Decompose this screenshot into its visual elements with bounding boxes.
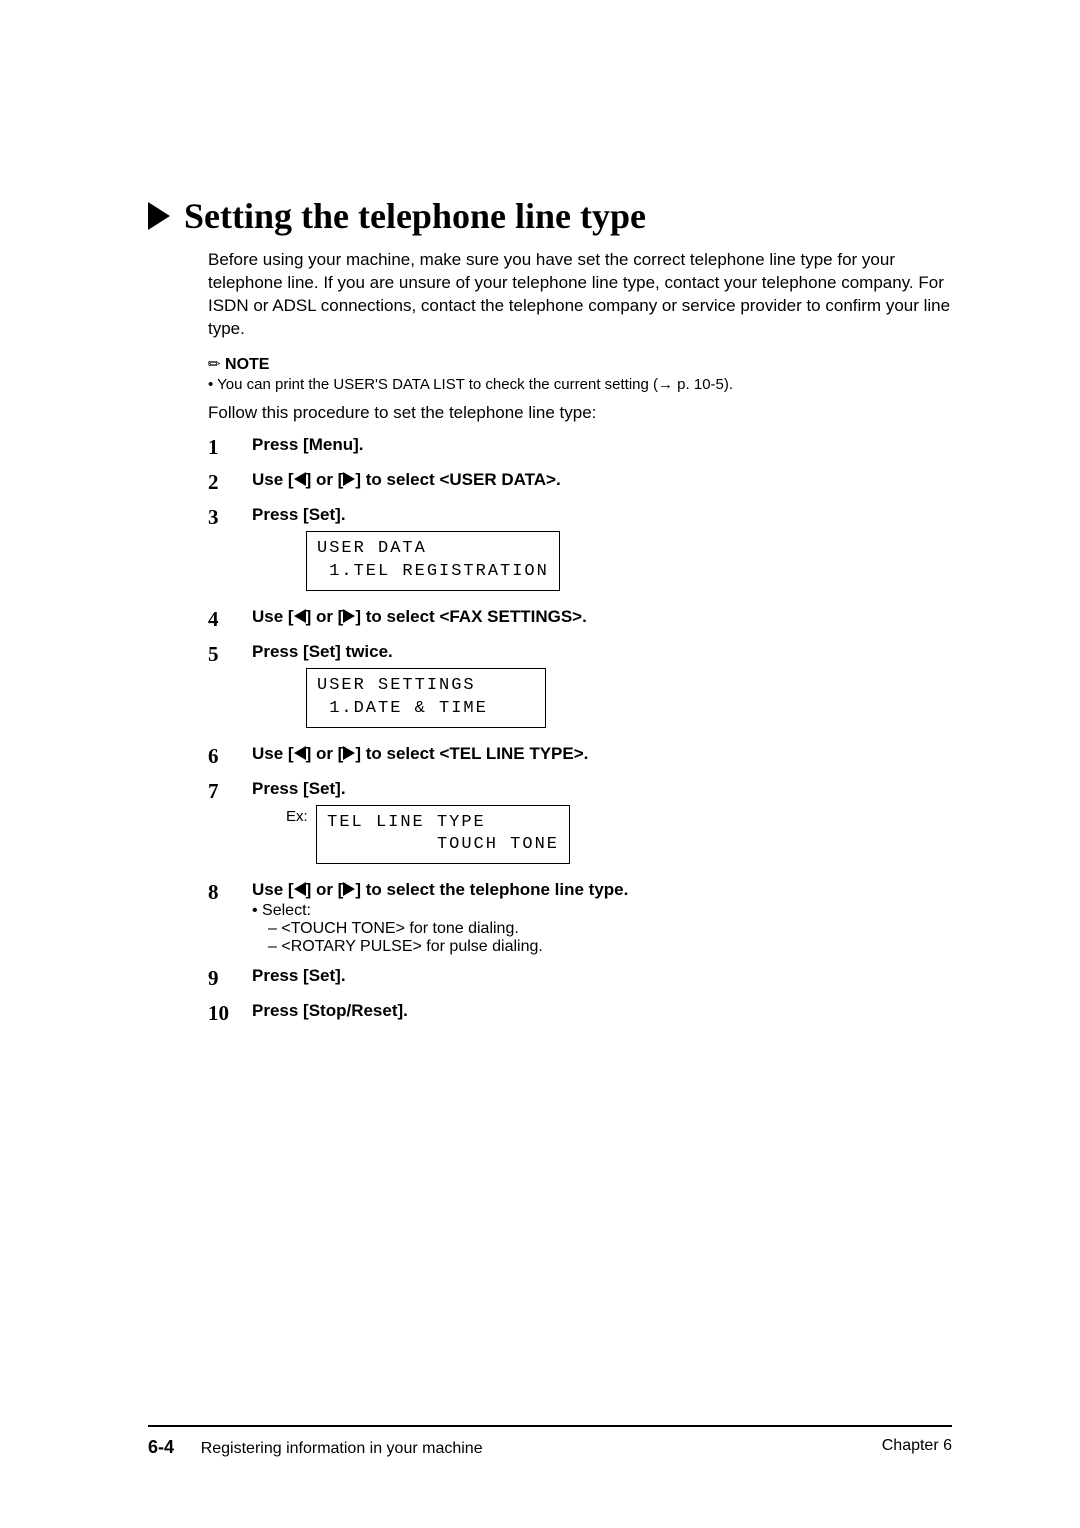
triangle-right-icon	[343, 746, 355, 760]
step-8-select: Select:	[252, 902, 628, 920]
triangle-left-icon	[294, 472, 306, 486]
note-label: NOTE	[225, 356, 269, 373]
page-footer: 6-4 Registering information in your mach…	[148, 1425, 952, 1458]
step-4-a: Use [	[252, 607, 294, 626]
step-7: Press [Set]. Ex: TEL LINE TYPE TOUCH TON…	[208, 779, 952, 871]
triangle-left-icon	[294, 609, 306, 623]
intro-paragraph: Before using your machine, make sure you…	[208, 249, 952, 341]
note-text: • You can print the USER'S DATA LIST to …	[208, 376, 952, 393]
step-6-c: ] to select <TEL LINE TYPE>.	[355, 744, 588, 763]
step-3-text: Press [Set].	[252, 505, 346, 524]
example-label: Ex:	[286, 808, 308, 825]
pencil-icon: ✎	[203, 353, 225, 375]
triangle-right-icon	[343, 609, 355, 623]
step-4-text: Use [ ] or [ ] to select <FAX SETTINGS>.	[252, 607, 587, 626]
step-9-text: Press [Set].	[252, 966, 346, 985]
step-8-c: ] to select the telephone line type.	[355, 880, 628, 899]
triangle-left-icon	[294, 746, 306, 760]
lcd-display-2: USER SETTINGS 1.DATE & TIME	[306, 668, 546, 728]
step-10: Press [Stop/Reset].	[208, 1001, 952, 1026]
step-5: Press [Set] twice. USER SETTINGS 1.DATE …	[208, 642, 952, 734]
step-4: Use [ ] or [ ] to select <FAX SETTINGS>.	[208, 607, 952, 632]
triangle-right-icon	[343, 472, 355, 486]
note-heading: ✎ NOTE	[208, 355, 952, 374]
step-2-a: Use [	[252, 470, 294, 489]
step-3: Press [Set]. USER DATA 1.TEL REGISTRATIO…	[208, 505, 952, 597]
triangle-right-icon	[343, 882, 355, 896]
section-title-text: Setting the telephone line type	[184, 195, 646, 237]
triangle-right-icon	[148, 202, 170, 230]
step-2-c: ] to select <USER DATA>.	[355, 470, 560, 489]
step-8-option-2: – <ROTARY PULSE> for pulse dialing.	[252, 938, 628, 956]
step-1-text: Press [Menu].	[252, 435, 363, 454]
step-8: Use [ ] or [ ] to select the telephone lin…	[208, 880, 952, 956]
page-number: 6-4	[148, 1437, 174, 1457]
step-6: Use [ ] or [ ] to select <TEL LINE TYPE>.	[208, 744, 952, 769]
lcd-display-3: TEL LINE TYPE TOUCH TONE	[316, 805, 570, 865]
note-body: You can print the USER'S DATA LIST to ch…	[217, 376, 733, 393]
step-10-text: Press [Stop/Reset].	[252, 1001, 408, 1020]
step-2: Use [ ] or [ ] to select <USER DATA>.	[208, 470, 952, 495]
step-2-b: ] or [	[306, 470, 344, 489]
step-6-b: ] or [	[306, 744, 344, 763]
step-8-text: Use [ ] or [ ] to select the telephone lin…	[252, 880, 628, 899]
footer-right-text: Chapter 6	[882, 1437, 952, 1458]
step-7-text: Press [Set].	[252, 779, 346, 798]
step-1: Press [Menu].	[208, 435, 952, 460]
step-2-text: Use [ ] or [ ] to select <USER DATA>.	[252, 470, 561, 489]
lcd-display-1: USER DATA 1.TEL REGISTRATION	[306, 531, 560, 591]
step-4-c: ] to select <FAX SETTINGS>.	[355, 607, 586, 626]
step-4-b: ] or [	[306, 607, 344, 626]
step-8-b: ] or [	[306, 880, 344, 899]
step-5-text: Press [Set] twice.	[252, 642, 393, 661]
step-9: Press [Set].	[208, 966, 952, 991]
step-6-text: Use [ ] or [ ] to select <TEL LINE TYPE>.	[252, 744, 588, 763]
section-heading: Setting the telephone line type	[148, 195, 952, 237]
step-8-select-text: Select:	[262, 902, 311, 919]
steps-list: Press [Menu]. Use [ ] or [ ] to select <US…	[208, 435, 952, 1027]
step-8-a: Use [	[252, 880, 294, 899]
triangle-left-icon	[294, 882, 306, 896]
step-8-option-1: – <TOUCH TONE> for tone dialing.	[252, 920, 628, 938]
follow-text: Follow this procedure to set the telepho…	[208, 403, 952, 423]
step-6-a: Use [	[252, 744, 294, 763]
footer-left-text: Registering information in your machine	[201, 1440, 483, 1457]
